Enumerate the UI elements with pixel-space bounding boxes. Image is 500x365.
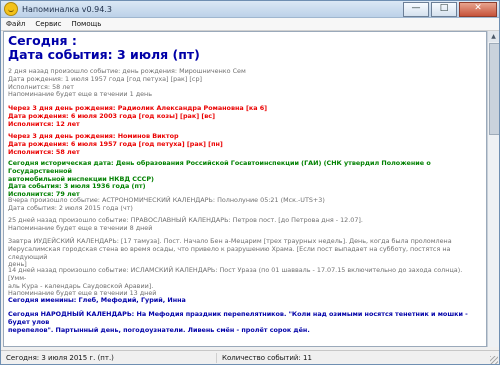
entry-line: Напоминание будет еще в течении 8 дней bbox=[8, 223, 153, 232]
status-date: Сегодня: 3 июля 2015 г. (пт.) bbox=[1, 353, 217, 363]
event-entry: Вчера произошло событие: АСТРОНОМИЧЕСКИЙ… bbox=[8, 196, 482, 213]
smiley-app-icon bbox=[4, 2, 18, 16]
entry-line: 14 дней назад произошло событие: ИСЛАМСК… bbox=[8, 266, 463, 282]
menu-help[interactable]: Помощь bbox=[67, 20, 107, 28]
maximize-button[interactable]: □ bbox=[431, 1, 457, 17]
event-entry: 2 дня назад произошло событие: день рожд… bbox=[8, 67, 482, 99]
event-entry: 25 дней назад произошло событие: ПРАВОСЛ… bbox=[8, 216, 482, 233]
entry-line: Напоминание будет еще в течении 1 день bbox=[8, 90, 152, 99]
menu-file[interactable]: Файл bbox=[1, 20, 30, 28]
event-date-title: Дата события: 3 июля (пт) bbox=[8, 47, 200, 62]
window-title: Напоминалка v0.94.3 bbox=[22, 4, 112, 14]
event-entry: Сегодня НАРОДНЫЙ КАЛЕНДАРЬ: На Мефодия п… bbox=[8, 310, 482, 334]
status-count: Количество событий: 11 bbox=[222, 354, 312, 362]
close-button[interactable]: ✕ bbox=[459, 1, 497, 17]
entry-line: Исполнится: 58 лет bbox=[8, 147, 80, 156]
today-title: Сегодня : bbox=[8, 33, 77, 48]
event-entry: Сегодня историческая дата: День образова… bbox=[8, 159, 482, 199]
scroll-thumb[interactable] bbox=[489, 43, 499, 135]
event-entry: Завтра ИУДЕЙСКИЙ КАЛЕНДАРЬ: [17 тамуза].… bbox=[8, 237, 482, 269]
entry-line: Сегодня именины: Глеб, Мефодий, Гурий, И… bbox=[8, 296, 186, 304]
app-window: Напоминалка v0.94.3 — □ ✕ Файл Сервис По… bbox=[0, 0, 500, 365]
event-entry: Сегодня именины: Глеб, Мефодий, Гурий, И… bbox=[8, 296, 482, 305]
title-bar[interactable]: Напоминалка v0.94.3 — □ ✕ bbox=[1, 1, 499, 18]
menu-bar: Файл Сервис Помощь bbox=[1, 18, 499, 31]
entry-line: Иерусалимская городская стена во время о… bbox=[8, 244, 451, 261]
entry-line: Сегодня НАРОДНЫЙ КАЛЕНДАРЬ: На Мефодия п… bbox=[8, 310, 468, 326]
status-bar: Сегодня: 3 июля 2015 г. (пт.) Количество… bbox=[1, 350, 499, 364]
entry-line: Дата рождения: 1 июля 1957 года [год пет… bbox=[8, 74, 202, 83]
event-entry: Через 3 дня день рождения: Радиолик Алек… bbox=[8, 104, 482, 128]
entry-line: Дата события: 2 июля 2015 года (чт) bbox=[8, 203, 133, 212]
menu-service[interactable]: Сервис bbox=[30, 20, 66, 28]
entry-line: Исполнится: 12 лет bbox=[8, 119, 80, 128]
entry-line: перепелов". Партынный день, погодоузнате… bbox=[8, 325, 310, 334]
event-entry: 14 дней назад произошло событие: ИСЛАМСК… bbox=[8, 266, 482, 298]
event-entry: Через 3 дня день рождения: Номинов Викто… bbox=[8, 132, 482, 156]
scroll-up-icon[interactable]: ▲ bbox=[488, 31, 499, 42]
events-list[interactable]: Сегодня : Дата события: 3 июля (пт) 2 дн… bbox=[3, 31, 487, 347]
vertical-scrollbar[interactable]: ▲ bbox=[487, 31, 499, 347]
minimize-button[interactable]: — bbox=[403, 1, 429, 17]
entry-line: Сегодня историческая дата: День образова… bbox=[8, 159, 431, 175]
resize-grip-icon[interactable] bbox=[490, 356, 498, 364]
today-header: Сегодня : Дата события: 3 июля (пт) bbox=[8, 34, 482, 62]
